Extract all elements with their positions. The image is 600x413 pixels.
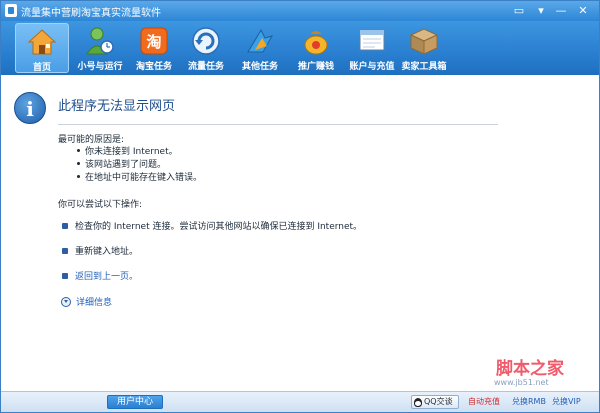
expand-icon[interactable]	[61, 297, 71, 307]
toolbar-item-other-task[interactable]: 其他任务	[233, 23, 287, 73]
toolbar-item-label: 首页	[32, 63, 51, 73]
qq-chat-button[interactable]: QQ交谈	[411, 395, 459, 409]
action-item: 重新键入地址。	[75, 247, 139, 257]
main-toolbar: 首页 小号与运行 淘 淘宝任务 流量任务 其他任务 推广赚钱 账户与充值 卖家工…	[1, 21, 599, 75]
toolbox-icon	[409, 28, 439, 55]
app-icon	[5, 4, 17, 17]
exchange-vip-link[interactable]: 兑换VIP	[552, 396, 581, 407]
toolbar-item-seller-toolbox[interactable]: 卖家工具箱	[397, 23, 451, 73]
user-center-button[interactable]: 用户中心	[107, 395, 163, 409]
status-bar: 用户中心 QQ交谈 自动充值 兑换RMB 兑换VIP	[1, 391, 599, 412]
page-title: 此程序无法显示网页	[58, 99, 176, 114]
cause-item: 在地址中可能存在键入错误。	[85, 173, 203, 183]
bullet-icon	[77, 149, 80, 152]
refresh-icon	[192, 27, 220, 55]
cause-item: 你未连接到 Internet。	[85, 147, 178, 157]
close-button[interactable]: ✕	[575, 3, 591, 18]
more-info-link[interactable]: 详细信息	[76, 295, 112, 308]
go-back-link[interactable]: 返回到上一页。	[75, 269, 138, 282]
divider	[58, 124, 498, 125]
bullet-icon	[77, 162, 80, 165]
watermark-url: www.jb51.net	[494, 378, 549, 387]
money-bag-icon	[304, 31, 328, 55]
toolbar-item-home[interactable]: 首页	[15, 23, 69, 73]
home-icon	[27, 29, 57, 55]
auto-recharge-link[interactable]: 自动充值	[468, 396, 500, 407]
bullet-icon	[62, 248, 68, 254]
browser-error-page: i 此程序无法显示网页 最可能的原因是: 你未连接到 Internet。 该网站…	[2, 75, 598, 391]
toolbar-item-promotion[interactable]: 推广赚钱	[289, 23, 343, 73]
app-window: 流量集中营刷淘宝真实流量软件 ▭ ▾ — ✕ 首页 小号与运行 淘 淘宝任务 流…	[0, 0, 600, 413]
title-bar[interactable]: 流量集中营刷淘宝真实流量软件 ▭ ▾ — ✕	[1, 1, 599, 21]
menu-dropdown-icon[interactable]: ▾	[533, 3, 549, 18]
toolbar-item-accounts-run[interactable]: 小号与运行	[73, 23, 127, 73]
bullet-icon	[77, 175, 80, 178]
bullet-icon	[62, 273, 68, 279]
skin-icon[interactable]: ▭	[511, 3, 527, 18]
try-title: 你可以尝试以下操作:	[58, 200, 143, 210]
toolbar-item-traffic-task[interactable]: 流量任务	[179, 23, 233, 73]
qq-penguin-icon	[414, 398, 422, 407]
info-icon: i	[14, 92, 46, 124]
exchange-rmb-link[interactable]: 兑换RMB	[512, 396, 546, 407]
minimize-button[interactable]: —	[553, 3, 569, 18]
account-window-icon	[359, 29, 385, 51]
window-title: 流量集中营刷淘宝真实流量软件	[21, 8, 161, 19]
watermark-logo: 脚本之家	[496, 359, 564, 379]
bullet-icon	[62, 223, 68, 229]
user-clock-icon	[86, 27, 114, 55]
taobao-icon: 淘	[140, 27, 168, 55]
action-item: 检查你的 Internet 连接。尝试访问其他网站以确保已连接到 Interne…	[75, 222, 363, 232]
arrow-icon	[247, 28, 274, 53]
toolbar-item-label: 卖家工具箱	[401, 62, 447, 72]
qq-chat-label: QQ交谈	[424, 397, 453, 406]
svg-text:淘: 淘	[145, 33, 161, 51]
cause-item: 该网站遇到了问题。	[85, 160, 167, 170]
